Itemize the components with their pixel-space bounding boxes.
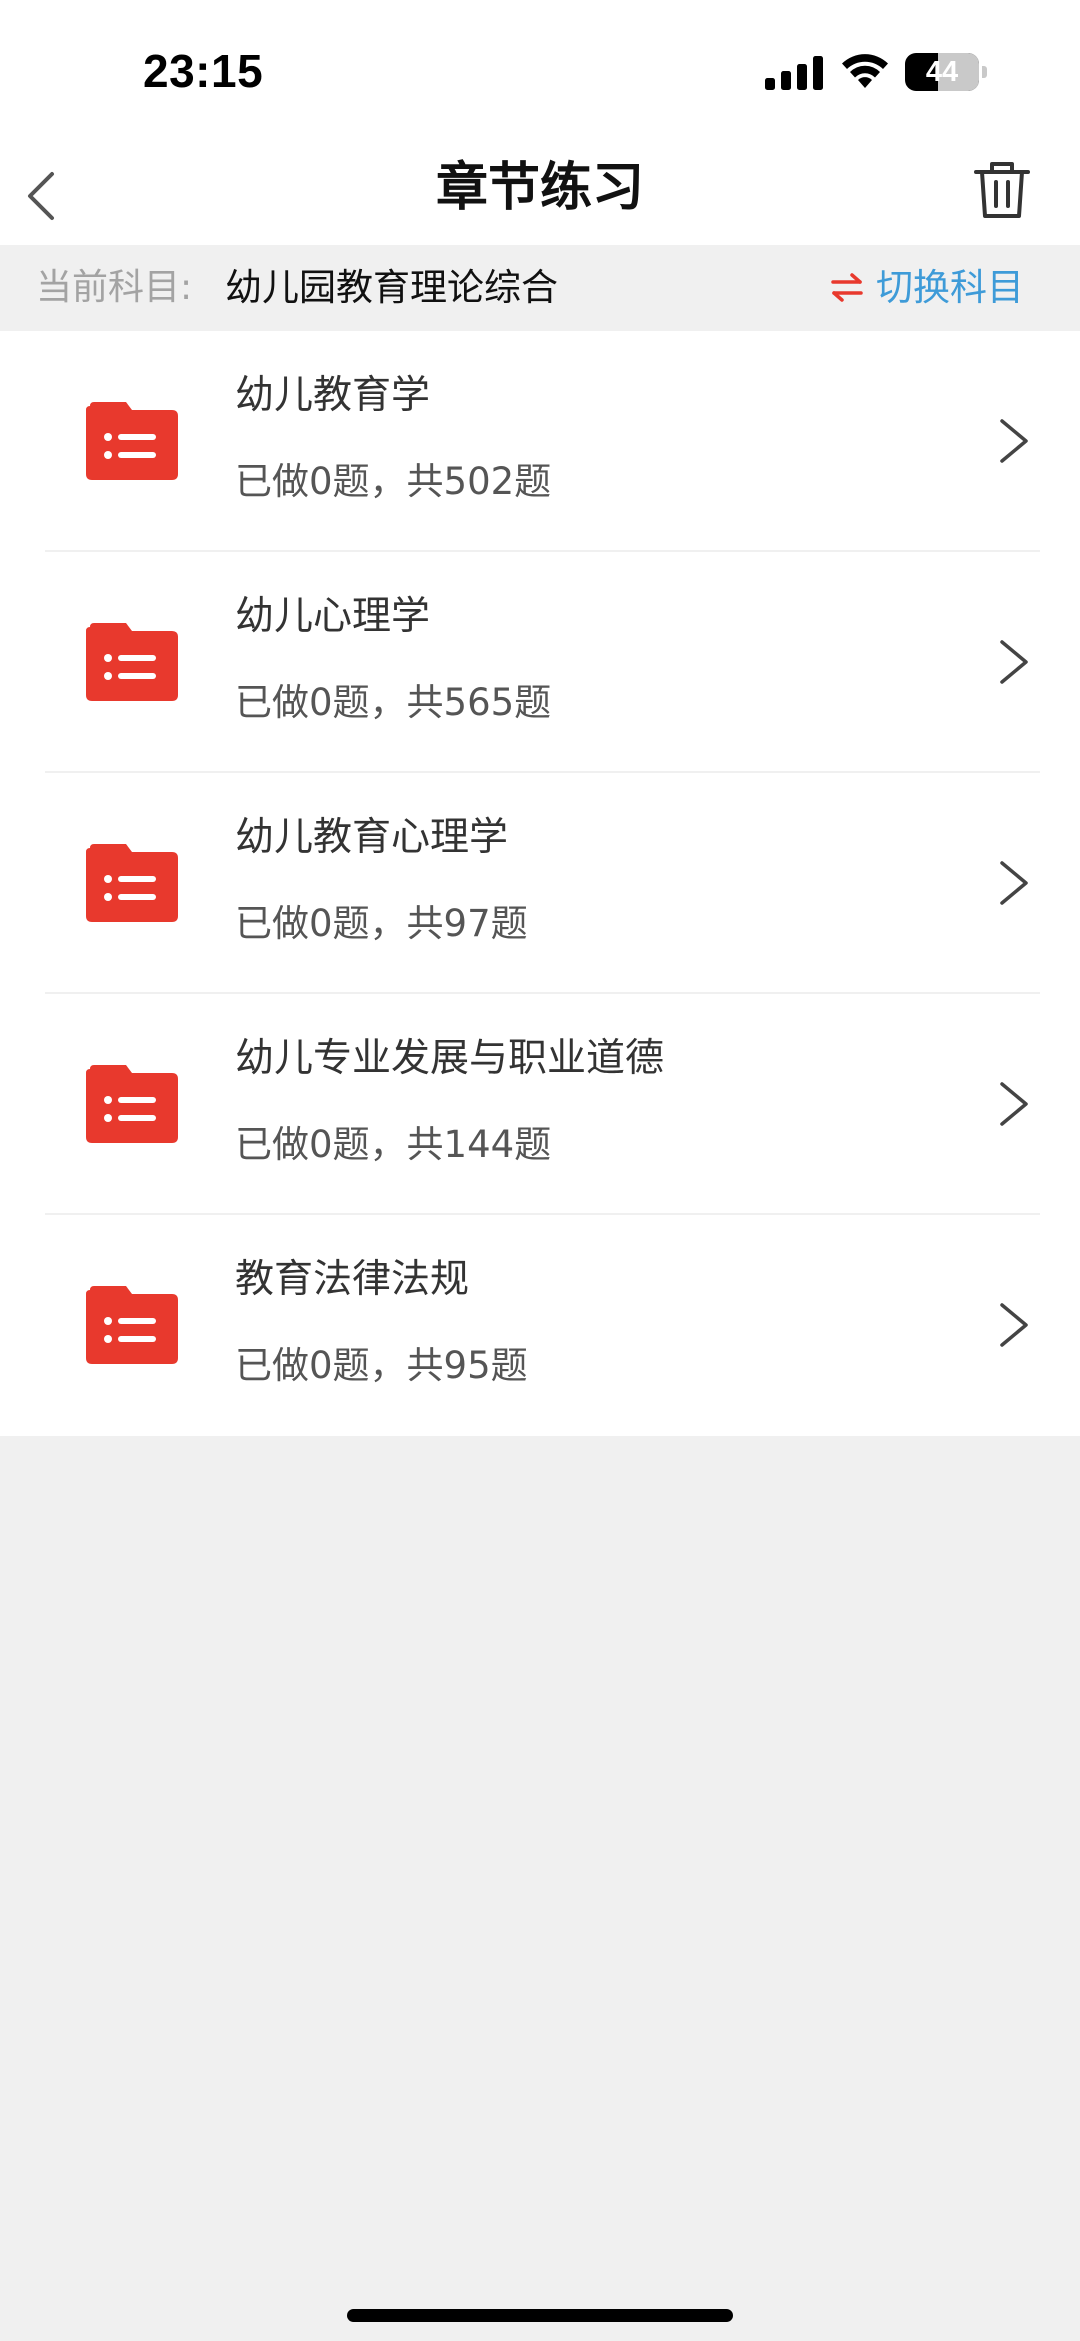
chapter-progress: 已做0题，共502题 <box>235 460 552 503</box>
chapter-list: 幼儿教育学 已做0题，共502题 幼儿心理学 已做0题，共565题 幼儿教育心理… <box>0 331 1080 1436</box>
home-indicator[interactable] <box>347 2309 733 2322</box>
battery-level: 44 <box>925 56 959 88</box>
delete-button[interactable] <box>972 160 1032 220</box>
swap-arrows-icon <box>831 273 863 302</box>
folder-list-icon <box>86 1065 178 1143</box>
chevron-right-icon <box>1000 861 1028 905</box>
switch-subject-label: 切换科目 <box>876 266 1024 309</box>
chapter-progress: 已做0题，共565题 <box>235 681 552 724</box>
chapter-title: 幼儿心理学 <box>235 594 431 639</box>
battery-icon: 44 <box>905 53 987 91</box>
folder-list-icon <box>86 844 178 922</box>
folder-list-icon <box>86 623 178 701</box>
battery-body: 44 <box>905 53 979 91</box>
folder-list-icon <box>86 1286 178 1364</box>
chapter-title: 幼儿教育学 <box>235 373 431 418</box>
chapter-progress: 已做0题，共97题 <box>235 902 528 945</box>
subject-label: 当前科目: <box>36 267 193 308</box>
chevron-right-icon <box>1000 419 1028 463</box>
chapter-item-early-childhood-education[interactable]: 幼儿教育学 已做0题，共502题 <box>0 331 1080 552</box>
chapter-item-professional-development[interactable]: 幼儿专业发展与职业道德 已做0题，共144题 <box>0 994 1080 1215</box>
folder-list-icon <box>86 402 178 480</box>
status-time: 23:15 <box>143 45 264 97</box>
chapter-title: 幼儿专业发展与职业道德 <box>235 1036 665 1081</box>
chapter-title: 幼儿教育心理学 <box>235 815 509 860</box>
switch-subject-button[interactable]: 切换科目 <box>830 245 1060 331</box>
subject-value: 幼儿园教育理论综合 <box>225 266 558 309</box>
chapter-title: 教育法律法规 <box>235 1257 470 1302</box>
chevron-right-icon <box>1000 1303 1028 1347</box>
chevron-right-icon <box>1000 1082 1028 1126</box>
chapter-item-educational-psychology[interactable]: 幼儿教育心理学 已做0题，共97题 <box>0 773 1080 994</box>
chapter-item-child-psychology[interactable]: 幼儿心理学 已做0题，共565题 <box>0 552 1080 773</box>
chapter-progress: 已做0题，共144题 <box>235 1123 552 1166</box>
chapter-progress: 已做0题，共95题 <box>235 1344 528 1387</box>
wifi-icon <box>842 54 888 88</box>
page-title: 章节练习 <box>435 158 644 218</box>
subject-bar: 当前科目: 幼儿园教育理论综合 切换科目 <box>0 245 1080 331</box>
battery-tip <box>982 66 987 78</box>
chapter-item-education-law[interactable]: 教育法律法规 已做0题，共95题 <box>0 1215 1080 1436</box>
trash-icon <box>974 162 1030 218</box>
chevron-right-icon <box>1000 640 1028 684</box>
cellular-signal-icon <box>765 56 823 90</box>
